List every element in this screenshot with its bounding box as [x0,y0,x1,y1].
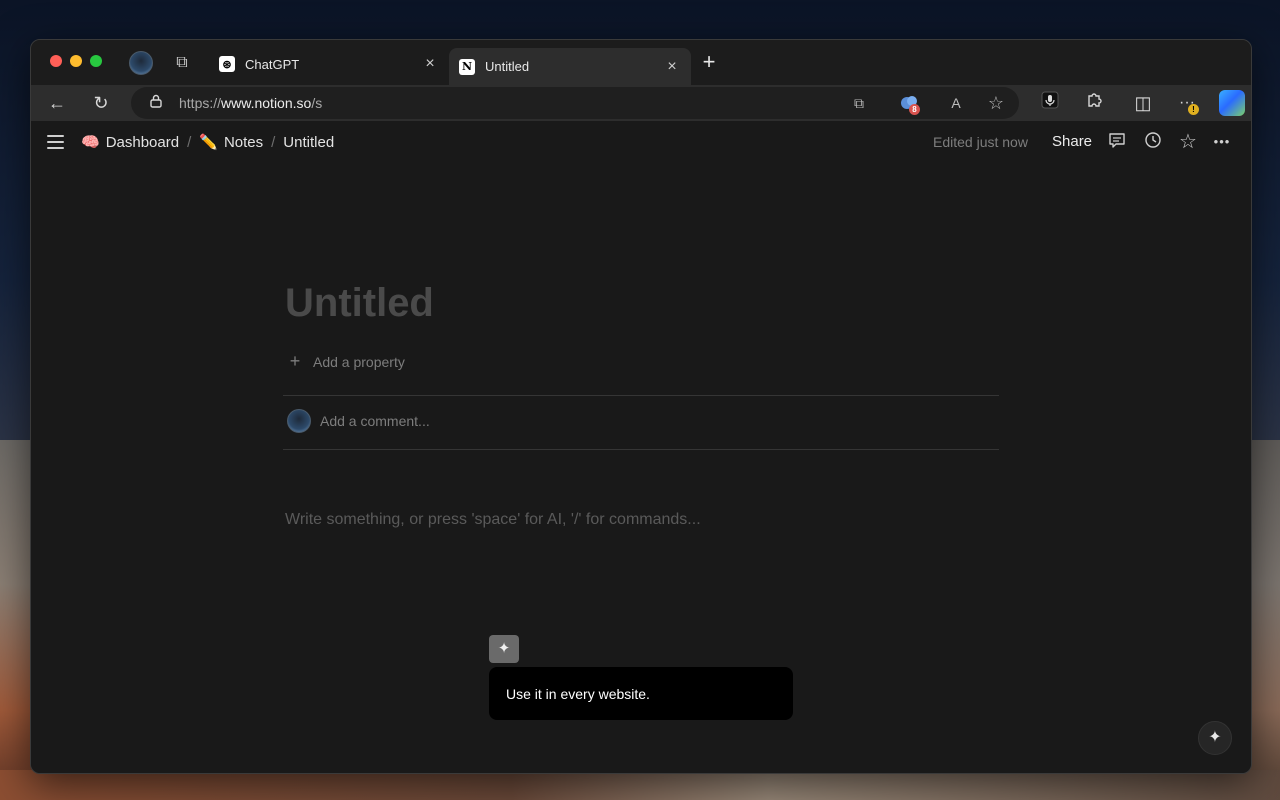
extension-mic-icon[interactable] [1038,91,1062,115]
breadcrumb-item-dashboard[interactable]: 🧠 Dashboard [81,133,180,152]
breadcrumb-label: Notes [223,133,264,151]
breadcrumb-separator: / [271,133,276,151]
comments-icon[interactable] [1106,131,1128,153]
breadcrumb-separator: / [187,133,192,151]
divider [283,395,999,396]
notion-favicon-icon: N [459,58,475,75]
comment-input[interactable]: Add a comment... [287,409,430,433]
more-menu-icon[interactable]: ··· ! [1175,91,1199,115]
tab-chatgpt[interactable]: ⊛ ChatGPT × [209,48,449,80]
history-clock-icon[interactable] [1142,131,1164,153]
close-icon[interactable]: × [421,55,439,73]
extensions-puzzle-icon[interactable] [1083,91,1107,115]
favorite-star-icon[interactable]: ☆ [986,93,1006,113]
breadcrumb-label: Dashboard [105,133,180,151]
new-tab-button[interactable]: + [697,50,721,74]
copilot-icon[interactable] [1219,90,1245,116]
tab-untitled[interactable]: N Untitled × [449,48,691,85]
comment-placeholder: Add a comment... [320,413,430,429]
url-host: www.notion.so [221,95,312,111]
address-bar[interactable]: https://www.notion.so/s ⧉ 8 A ☆ [131,87,1019,119]
comments-svg [1109,133,1125,148]
read-aloud-icon[interactable]: A [946,93,966,113]
favorite-star-icon[interactable]: ☆ [1177,131,1199,153]
minimize-window-button[interactable] [70,55,82,67]
page-title[interactable]: Untitled [285,281,434,326]
avatar [287,409,311,433]
breadcrumb-item-notes[interactable]: ✏️ Notes [199,133,264,152]
url-text[interactable]: https://www.notion.so/s [179,95,337,111]
split-screen-icon[interactable]: ◫ [1131,91,1155,115]
ai-sparkle-icon[interactable]: ✦ [1198,721,1232,755]
profile-avatar[interactable] [129,51,153,75]
desktop-wallpaper-bottom [0,770,1280,800]
back-icon[interactable]: ← [45,91,69,115]
add-property-button[interactable]: + Add a property [287,351,405,372]
breadcrumb-item-untitled[interactable]: Untitled [283,134,334,151]
share-button[interactable]: Share [1052,133,1092,150]
puzzle-svg [1088,93,1102,107]
browser-window: ⧉ ⊛ ChatGPT × N Untitled × + ← ↻ https:/… [30,39,1252,774]
magic-wand-icon[interactable]: ✦ [489,635,519,663]
close-icon[interactable]: × [663,58,681,76]
notion-page: 🧠 Dashboard / ✏️ Notes / Untitled Edited… [31,121,1251,773]
warning-badge: ! [1188,104,1199,115]
chatgpt-favicon-icon: ⊛ [219,56,235,72]
mic-extension-svg [1041,91,1059,109]
tab-title: ChatGPT [245,56,300,72]
url-scheme: https:// [179,95,222,111]
url-path: /s [311,95,323,111]
clock-svg [1145,132,1161,148]
tab-title: Untitled [485,59,530,74]
extension-icon[interactable]: 8 [898,93,920,115]
tooltip: Use it in every website. [489,667,793,720]
browser-toolbar: ← ↻ https://www.notion.so/s ⧉ 8 A ☆ ◫ ··… [31,85,1251,121]
edited-status: Edited just now [933,134,1028,150]
tooltip-text: Use it in every website. [506,686,650,702]
extension-badge: 8 [909,104,920,115]
pencil-icon: ✏️ [199,134,218,151]
reload-icon[interactable]: ↻ [89,91,113,115]
plus-icon: + [289,351,301,371]
brain-icon: 🧠 [81,134,100,151]
breadcrumb-label: Untitled [283,133,335,151]
more-options-icon[interactable]: ••• [1211,131,1233,153]
sidebar-menu-icon[interactable] [47,131,69,153]
open-in-app-icon[interactable]: ⧉ [849,93,869,113]
maximize-window-button[interactable] [90,55,102,67]
lock-icon-svg [150,94,162,108]
divider [283,449,999,450]
close-window-button[interactable] [50,55,62,67]
page-body-editor[interactable]: Write something, or press 'space' for AI… [285,511,701,529]
tab-strip: ⧉ ⊛ ChatGPT × N Untitled × + [31,40,1251,85]
breadcrumb: 🧠 Dashboard / ✏️ Notes / Untitled [81,132,334,152]
lock-icon [149,94,163,112]
tab-actions-icon[interactable]: ⧉ [171,52,193,74]
notion-topbar: 🧠 Dashboard / ✏️ Notes / Untitled Edited… [31,121,1251,163]
add-property-label: Add a property [313,353,405,370]
